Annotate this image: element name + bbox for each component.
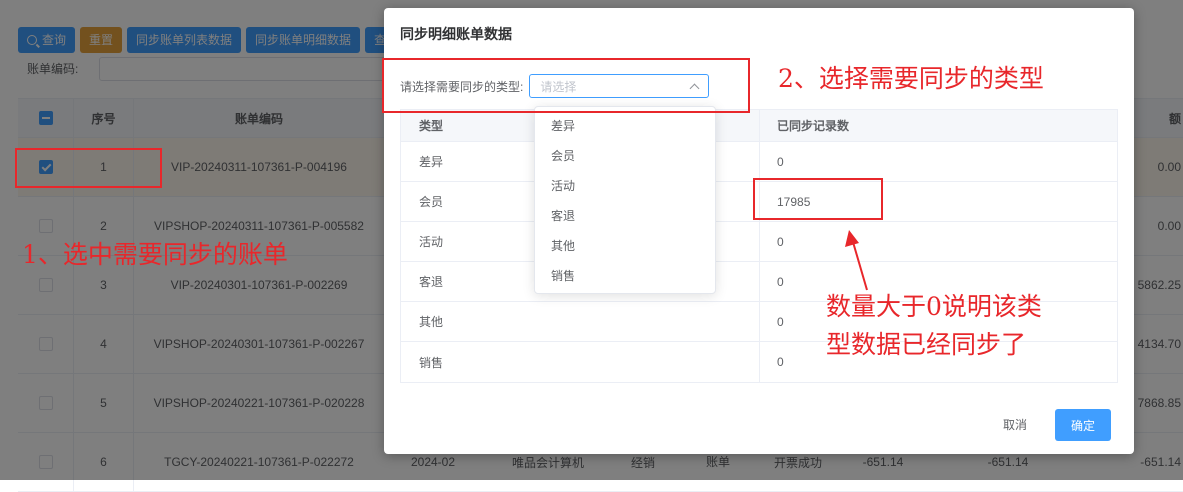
annotation-note-line2: 型数据已经同步了 — [826, 330, 1027, 359]
table-row: 活动 0 — [401, 222, 1117, 262]
row-type: 销售 — [401, 342, 760, 382]
dropdown-option-member[interactable]: 会员 — [535, 141, 715, 171]
annotation-note-line1: 数量大于0说明该类 — [826, 292, 1042, 321]
header-synced-count: 已同步记录数 — [777, 119, 850, 133]
dialog-title: 同步明细账单数据 — [400, 26, 512, 42]
annotation-step2: 2、选择需要同步的类型 — [778, 64, 1044, 93]
row-type: 其他 — [401, 302, 760, 341]
row-count: 0 — [777, 234, 784, 249]
row-count: 0 — [777, 154, 784, 169]
dropdown-option-return[interactable]: 客退 — [535, 201, 715, 231]
highlight-type-select-box — [382, 58, 750, 113]
dropdown-option-diff[interactable]: 差异 — [535, 111, 715, 141]
highlight-selected-row-box — [15, 148, 162, 188]
type-dropdown-menu: 差异 会员 活动 客退 其他 销售 — [534, 106, 716, 294]
table-row: 差异 0 — [401, 142, 1117, 182]
sync-count-table-header: 类型 已同步记录数 — [401, 110, 1117, 142]
highlight-synced-count-box — [753, 178, 883, 220]
annotation-step1: 1、选中需要同步的账单 — [22, 240, 288, 269]
cancel-button[interactable]: 取消 — [989, 409, 1041, 441]
dropdown-option-sales[interactable]: 销售 — [535, 261, 715, 291]
confirm-button[interactable]: 确定 — [1055, 409, 1111, 441]
dropdown-option-activity[interactable]: 活动 — [535, 171, 715, 201]
dropdown-option-other[interactable]: 其他 — [535, 231, 715, 261]
dialog-footer: 取消 确定 — [989, 409, 1111, 441]
